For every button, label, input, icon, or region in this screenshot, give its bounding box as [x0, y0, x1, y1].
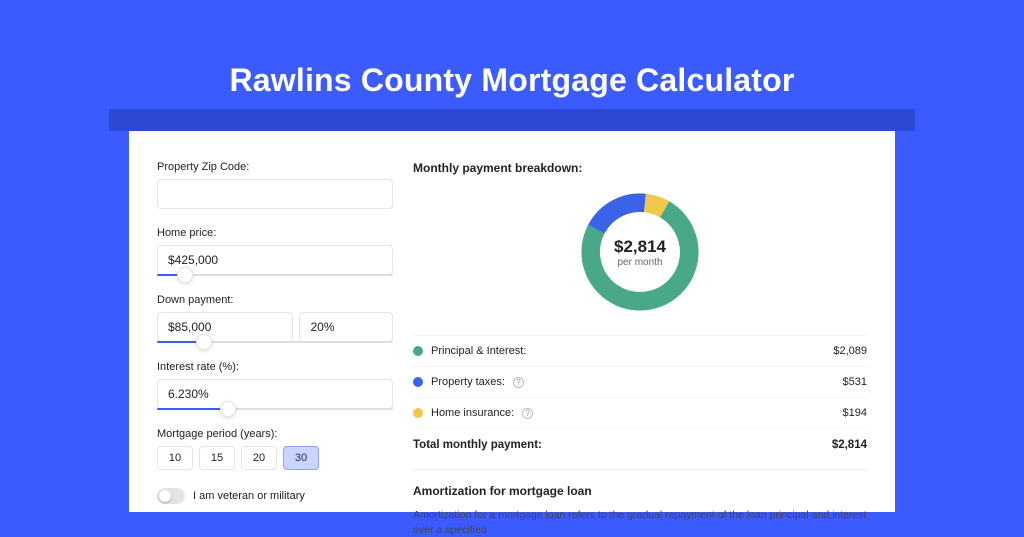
home-price-slider[interactable] [157, 274, 393, 276]
legend-value: $2,089 [833, 345, 867, 357]
legend-row-taxes: Property taxes: ? $531 [413, 366, 867, 397]
zip-input[interactable] [157, 179, 393, 209]
period-option-30[interactable]: 30 [283, 446, 319, 470]
breakdown-column: Monthly payment breakdown: $2,814 per mo… [413, 161, 867, 512]
interest-label: Interest rate (%): [157, 361, 393, 373]
period-group: Mortgage period (years): 10 15 20 30 [157, 428, 393, 470]
home-price-group: Home price: [157, 227, 393, 276]
down-payment-pct-input[interactable] [299, 312, 393, 342]
zip-field-group: Property Zip Code: [157, 161, 393, 209]
donut-chart: $2,814 per month [413, 187, 867, 317]
breakdown-title: Monthly payment breakdown: [413, 161, 867, 175]
legend-label: Principal & Interest: [431, 345, 526, 357]
total-row: Total monthly payment: $2,814 [413, 428, 867, 463]
legend-label: Property taxes: [431, 376, 505, 388]
swatch-icon [413, 377, 423, 387]
help-icon[interactable]: ? [522, 408, 533, 419]
swatch-icon [413, 408, 423, 418]
veteran-row: I am veteran or military [157, 488, 393, 504]
home-price-label: Home price: [157, 227, 393, 239]
period-option-20[interactable]: 20 [241, 446, 277, 470]
donut-center-value: $2,814 [614, 237, 666, 257]
inputs-column: Property Zip Code: Home price: Down paym… [157, 161, 393, 512]
veteran-label: I am veteran or military [193, 490, 305, 502]
legend-row-insurance: Home insurance: ? $194 [413, 397, 867, 428]
help-icon[interactable]: ? [513, 377, 524, 388]
donut-center-sub: per month [617, 257, 662, 268]
legend-value: $194 [843, 407, 867, 419]
amortization-text: Amortization for a mortgage loan refers … [413, 508, 867, 537]
interest-input[interactable] [157, 379, 393, 409]
amortization-section: Amortization for mortgage loan Amortizat… [413, 469, 867, 537]
period-option-15[interactable]: 15 [199, 446, 235, 470]
slider-thumb-icon[interactable] [177, 267, 193, 283]
card-backing [109, 109, 915, 131]
interest-slider[interactable] [157, 408, 393, 410]
veteran-toggle[interactable] [157, 488, 185, 504]
down-payment-slider[interactable] [157, 341, 393, 343]
slider-thumb-icon[interactable] [196, 334, 212, 350]
interest-group: Interest rate (%): [157, 361, 393, 410]
total-value: $2,814 [832, 439, 867, 451]
zip-label: Property Zip Code: [157, 161, 393, 173]
period-options: 10 15 20 30 [157, 446, 393, 470]
total-label: Total monthly payment: [413, 439, 542, 451]
down-payment-amount-input[interactable] [157, 312, 293, 342]
period-option-10[interactable]: 10 [157, 446, 193, 470]
swatch-icon [413, 346, 423, 356]
legend-value: $531 [843, 376, 867, 388]
amortization-title: Amortization for mortgage loan [413, 484, 867, 498]
legend-row-principal: Principal & Interest: $2,089 [413, 335, 867, 366]
down-payment-group: Down payment: [157, 294, 393, 343]
slider-thumb-icon[interactable] [220, 401, 236, 417]
period-label: Mortgage period (years): [157, 428, 393, 440]
calculator-card: Property Zip Code: Home price: Down paym… [129, 131, 895, 512]
legend-label: Home insurance: [431, 407, 514, 419]
down-payment-label: Down payment: [157, 294, 393, 306]
page-title: Rawlins County Mortgage Calculator [0, 0, 1024, 99]
